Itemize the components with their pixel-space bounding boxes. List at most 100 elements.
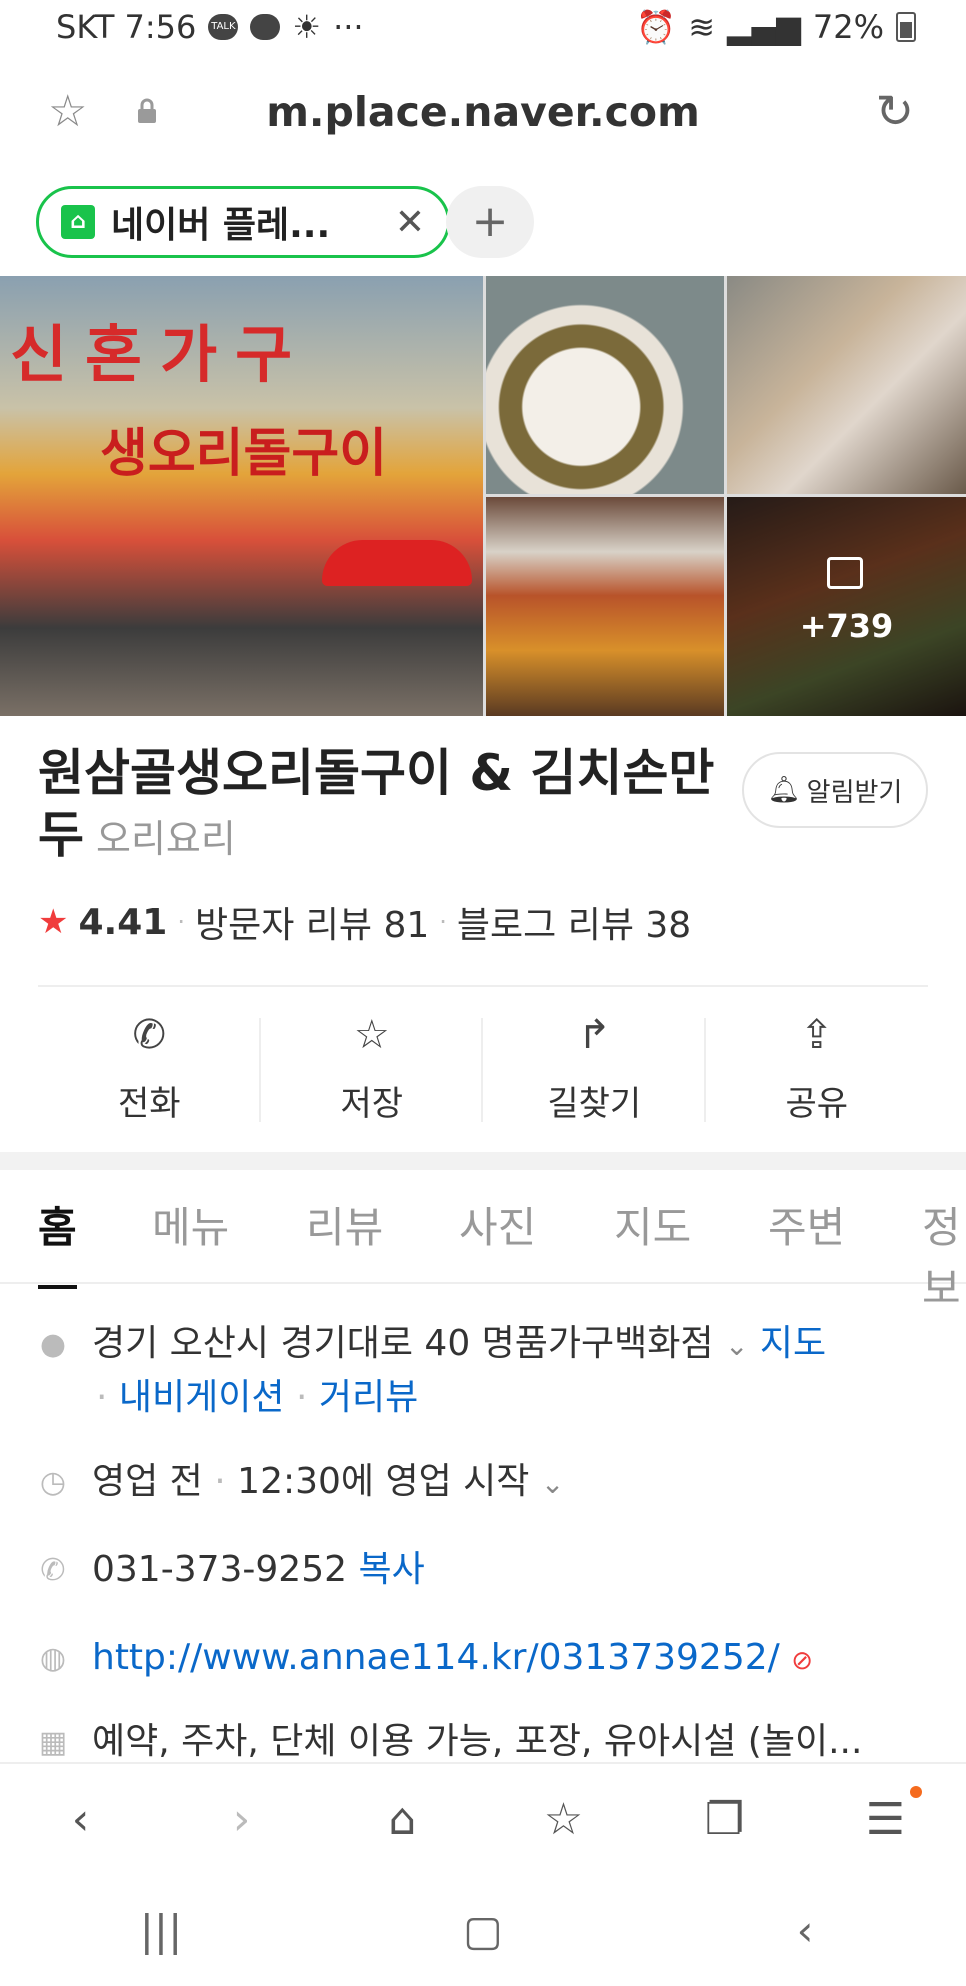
share-button[interactable]: ⇪ 공유 [706, 1010, 929, 1130]
tab-map[interactable]: 지도 [614, 1194, 691, 1255]
tab-info[interactable]: 정보 [922, 1194, 966, 1316]
tabs-icon[interactable]: ❐ [675, 1794, 775, 1845]
bookmarks-icon[interactable]: ☆ [514, 1794, 614, 1845]
browser-tab-strip: ⌂ 네이버 플레... ✕ + [0, 180, 966, 276]
directions-label: 길찾기 [547, 1084, 642, 1124]
new-tab-button[interactable]: + [446, 186, 534, 258]
blog-reviews-link[interactable]: 블로그 리뷰 38 [457, 896, 691, 948]
section-divider [0, 1152, 966, 1170]
naver-map-icon: ⌂ [61, 205, 95, 239]
phone-row: ✆ 031-373-9252 복사 [38, 1544, 938, 1597]
tab-title: 네이버 플레... [111, 205, 331, 246]
separator-dot: · [177, 908, 185, 936]
talk-icon: TALK [208, 14, 239, 40]
copy-link[interactable]: 복사 [358, 1549, 424, 1590]
status-bar: SKT 7:56 TALK ☀ ··· ⏰ ≋ ▂▄▆ 72% [0, 0, 966, 58]
clock-icon: ◷ [39, 1465, 67, 1500]
home-icon[interactable]: ⌂ [353, 1794, 453, 1845]
place-category: 오리요리 [96, 817, 236, 861]
recent-apps-icon[interactable]: ||| [101, 1906, 221, 1955]
navigation-link[interactable]: 내비게이션 [119, 1377, 285, 1418]
amenities-row[interactable]: ▦ 예약, 주차, 단체 이용 가능, 포장, 유아시설 (놀이... [38, 1716, 938, 1762]
battery-percent: 72% [812, 8, 884, 46]
action-bar: ✆ 전화 ☆ 저장 ↱ 길찾기 ⇪ 공유 [38, 1010, 928, 1130]
forward-icon[interactable]: › [192, 1794, 292, 1845]
separator-dot: · [214, 1461, 226, 1502]
chat-icon [250, 14, 281, 40]
photo-more[interactable]: +739 [727, 497, 966, 716]
share-label: 공유 [785, 1084, 849, 1124]
star-icon: ☆ [353, 1012, 390, 1058]
amenities-text: 예약, 주차, 단체 이용 가능, 포장, 유아시설 (놀이... [92, 1721, 863, 1762]
battery-icon [896, 12, 916, 42]
tab-nearby[interactable]: 주변 [768, 1194, 845, 1255]
store-icon: ▦ [38, 1725, 68, 1760]
home-button-icon[interactable]: ▢ [423, 1906, 543, 1955]
photo-sign-2: 생오리돌구이 [100, 423, 388, 484]
photo-grill[interactable]: my [727, 276, 966, 494]
phone-icon: ✆ [132, 1012, 166, 1058]
photo-side-dishes[interactable] [486, 276, 724, 494]
url-text[interactable]: m.place.naver.com [0, 88, 966, 136]
save-label: 저장 [340, 1084, 404, 1124]
location-pin-icon: ● [39, 1327, 67, 1362]
signal-icon: ▂▄▆ [727, 8, 801, 46]
alarm-button[interactable]: 🔔︎ 알림받기 [742, 752, 928, 828]
visitor-reviews-link[interactable]: 방문자 리뷰 81 [195, 896, 429, 948]
menu-icon[interactable]: ☰ [836, 1785, 936, 1845]
address-bar: ☆ m.place.naver.com ↻ [0, 58, 966, 180]
system-nav-bar: ||| ▢ ‹ [0, 1874, 966, 1986]
chevron-down-icon[interactable]: ⌄ [725, 1329, 748, 1362]
umbrella-shape [322, 540, 472, 586]
hours-detail: 12:30에 영업 시작 [237, 1461, 530, 1502]
photo-dish[interactable] [486, 497, 724, 716]
separator-dot: · [96, 1377, 108, 1418]
rating-score: 4.41 [78, 901, 168, 943]
system-back-icon[interactable]: ‹ [745, 1906, 865, 1955]
hours-row[interactable]: ◷ 영업 전 · 12:30에 영업 시작 ⌄ [38, 1456, 938, 1510]
directions-icon: ↱ [577, 1012, 611, 1058]
carrier-time: SKT 7:56 [56, 8, 197, 46]
back-icon[interactable]: ‹ [31, 1794, 131, 1845]
phone-icon: ✆ [40, 1553, 66, 1588]
call-button[interactable]: ✆ 전화 [38, 1010, 261, 1130]
weather-icon: ☀ [292, 8, 322, 46]
tab-photos[interactable]: 사진 [459, 1194, 536, 1255]
main-photo[interactable]: 신혼가구 생오리돌구이 [0, 276, 483, 716]
map-link[interactable]: 지도 [760, 1323, 826, 1364]
active-tab[interactable]: ⌂ 네이버 플레... ✕ [36, 186, 450, 258]
reload-icon[interactable]: ↻ [875, 84, 914, 138]
blocked-icon: ⊘ [791, 1646, 814, 1676]
divider [38, 985, 928, 987]
notification-dot [909, 1785, 922, 1798]
phone-number[interactable]: 031-373-9252 [92, 1549, 347, 1590]
chevron-down-icon[interactable]: ⌄ [541, 1467, 564, 1500]
alarm-icon: ⏰ [636, 8, 677, 46]
street-view-link[interactable]: 거리뷰 [319, 1377, 418, 1418]
photo-grid: 신혼가구 생오리돌구이 my +739 [0, 276, 966, 716]
address-row: ● 경기 오산시 경기대로 40 명품가구백화점 ⌄ 지도 · 내비게이션 · 거… [38, 1318, 938, 1424]
address-text: 경기 오산시 경기대로 40 명품가구백화점 [92, 1323, 714, 1364]
alarm-label: 알림받기 [806, 777, 903, 808]
place-tabs: 홈 메뉴 리뷰 사진 지도 주변 정보 [0, 1170, 966, 1313]
close-tab-icon[interactable]: ✕ [395, 202, 425, 243]
website-row: ◍ http://www.annae114.kr/0313739252/ ⊘ [38, 1632, 938, 1687]
place-title-block: 원삼골생오리돌구이 & 김치손만두 오리요리 [38, 742, 738, 870]
more-notifications: ··· [333, 8, 364, 46]
directions-button[interactable]: ↱ 길찾기 [483, 1010, 706, 1130]
save-button[interactable]: ☆ 저장 [261, 1010, 484, 1130]
rating-row: ★ 4.41 · 방문자 리뷰 81 · 블로그 리뷰 38 [38, 896, 691, 948]
globe-icon: ◍ [39, 1641, 67, 1676]
wifi-icon: ≋ [688, 8, 716, 46]
tab-review[interactable]: 리뷰 [306, 1194, 383, 1255]
separator-dot: · [295, 1377, 308, 1418]
gallery-icon [827, 557, 863, 589]
rating-star-icon: ★ [38, 902, 69, 942]
share-icon: ⇪ [799, 1012, 834, 1058]
call-label: 전화 [117, 1084, 181, 1124]
hours-status: 영업 전 [92, 1461, 203, 1502]
website-link[interactable]: http://www.annae114.kr/0313739252/ [92, 1637, 780, 1678]
tab-menu[interactable]: 메뉴 [152, 1194, 229, 1255]
tab-home[interactable]: 홈 [38, 1194, 77, 1289]
photo-count: +739 [799, 607, 894, 645]
